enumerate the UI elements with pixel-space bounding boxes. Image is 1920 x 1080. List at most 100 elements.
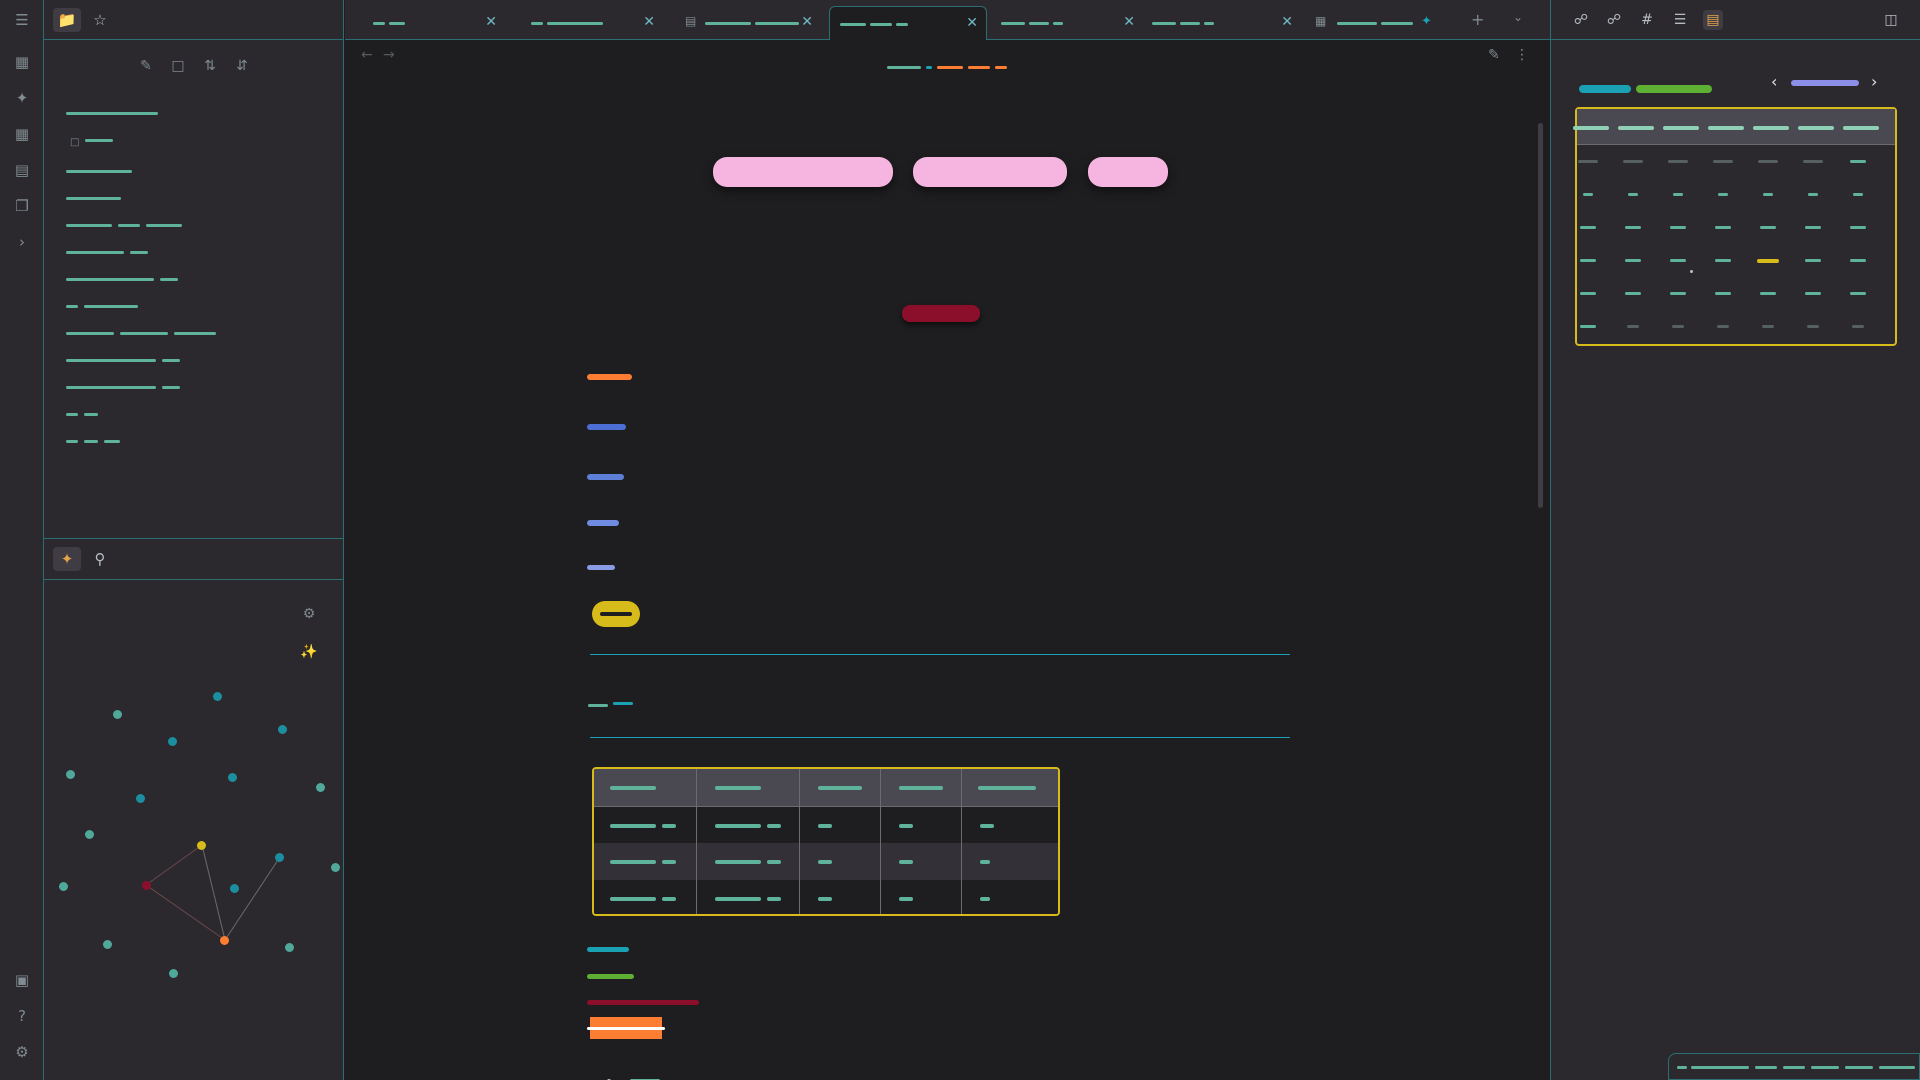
terminal-icon[interactable]: › (12, 232, 32, 252)
breadcrumb[interactable] (887, 57, 1008, 69)
calendar-day[interactable] (1717, 325, 1729, 328)
calendar-day[interactable] (1625, 259, 1641, 262)
graph-tab-icon[interactable]: ✦ (53, 547, 81, 571)
pin-icon[interactable]: ✦ (1421, 14, 1432, 29)
close-tab-icon[interactable]: ✕ (485, 14, 497, 30)
sort-icon[interactable]: ⇅ (199, 55, 221, 77)
close-tab-icon[interactable]: ✕ (1281, 14, 1293, 30)
prev-month-chevron-icon[interactable]: ‹ (1771, 72, 1777, 91)
highlighted-tag[interactable] (592, 601, 640, 627)
calendar-day[interactable] (1580, 292, 1596, 295)
calendar-day[interactable] (1763, 193, 1773, 196)
calendar-day[interactable] (1853, 193, 1863, 196)
calendar-day[interactable] (1578, 160, 1598, 163)
calendar-day[interactable] (1580, 259, 1596, 262)
graph-node[interactable] (228, 773, 237, 782)
calendar-day[interactable] (1852, 325, 1864, 328)
calendar-day[interactable] (1672, 325, 1684, 328)
calendar-day[interactable] (1715, 292, 1731, 295)
calendar-day[interactable] (1850, 292, 1866, 295)
toggle-right-sidebar-icon[interactable]: ◫ (1881, 10, 1901, 30)
calendar-day[interactable] (1850, 226, 1866, 229)
graph-node[interactable] (230, 884, 239, 893)
calendar-day[interactable] (1623, 160, 1643, 163)
calendar-day[interactable] (1757, 259, 1779, 263)
close-tab-icon[interactable]: ✕ (643, 14, 655, 30)
graph-node[interactable] (275, 853, 284, 862)
outline-icon[interactable]: ☰ (1670, 10, 1690, 30)
tab[interactable]: ✕ (993, 6, 1143, 40)
graph-node[interactable] (285, 943, 294, 952)
back-arrow-icon[interactable]: ← (361, 47, 373, 63)
calendar-day[interactable] (1580, 325, 1596, 328)
tab[interactable]: ✕ (1151, 6, 1301, 40)
tree-item[interactable] (66, 103, 164, 115)
tree-item[interactable] (66, 215, 188, 227)
tree-item[interactable] (66, 161, 138, 173)
daily-note-icon[interactable]: ▤ (12, 160, 32, 180)
outgoing-links-icon[interactable]: ☍ (1604, 10, 1624, 30)
tree-item[interactable] (66, 350, 186, 362)
calendar-day[interactable] (1805, 259, 1821, 262)
tab[interactable]: ▤ ✕ (671, 6, 821, 40)
calendar-day[interactable] (1580, 226, 1596, 229)
tree-item[interactable] (66, 269, 184, 281)
tab[interactable]: ✕ (513, 6, 663, 40)
calendar-icon[interactable]: ▤ (1703, 10, 1723, 30)
help-icon[interactable]: ? (12, 1006, 32, 1026)
graph-node[interactable] (136, 794, 145, 803)
tree-item[interactable] (66, 242, 154, 254)
calendar-day[interactable] (1808, 193, 1818, 196)
graph-node-orange[interactable] (220, 936, 229, 945)
calendar-day[interactable] (1583, 193, 1593, 196)
tree-item[interactable] (66, 323, 222, 335)
folder-icon[interactable]: 📁 (53, 8, 81, 32)
templates-icon[interactable]: ❐ (12, 196, 32, 216)
new-note-icon[interactable]: ✎ (135, 55, 157, 77)
graph-view-icon[interactable]: ✦ (12, 88, 32, 108)
graph-node[interactable] (168, 737, 177, 746)
search-icon[interactable]: ⚲ (86, 547, 114, 571)
tags-icon[interactable]: # (1637, 10, 1657, 30)
calendar-day[interactable] (1668, 160, 1688, 163)
calendar-day[interactable] (1713, 160, 1733, 163)
calendar-day[interactable] (1670, 259, 1686, 262)
edit-pencil-icon[interactable]: ✎ (1488, 47, 1500, 63)
new-folder-icon[interactable]: □ (167, 55, 189, 77)
calendar-day[interactable] (1758, 160, 1778, 163)
editor-pane[interactable]: ← → ✎ ⋮ (345, 41, 1550, 1080)
graph-settings-icon[interactable]: ⚙ (298, 603, 320, 625)
close-tab-icon[interactable]: ✕ (1123, 14, 1135, 30)
toggle-sidebar-icon[interactable]: ☰ (12, 10, 32, 30)
graph-node[interactable] (142, 881, 151, 890)
calendar-day[interactable] (1625, 226, 1641, 229)
tree-item[interactable] (66, 377, 186, 389)
close-tab-icon[interactable]: ✕ (966, 15, 978, 31)
calendar-day[interactable] (1715, 226, 1731, 229)
calendar-day[interactable] (1627, 325, 1639, 328)
settings-icon[interactable]: ⚙ (12, 1042, 32, 1062)
graph-node[interactable] (113, 710, 122, 719)
graph-node[interactable] (85, 830, 94, 839)
canvas-icon[interactable]: ▦ (12, 124, 32, 144)
collapse-all-icon[interactable]: ⇵ (231, 55, 253, 77)
calendar-day[interactable] (1625, 292, 1641, 295)
calendar-day[interactable] (1670, 226, 1686, 229)
graph-node[interactable] (66, 770, 75, 779)
calendar-day[interactable] (1760, 292, 1776, 295)
calendar-day[interactable] (1805, 226, 1821, 229)
bookmark-star-icon[interactable]: ☆ (86, 8, 114, 32)
new-tab-icon[interactable]: + (1471, 10, 1484, 29)
more-options-icon[interactable]: ⋮ (1515, 47, 1529, 63)
calendar-day[interactable] (1670, 292, 1686, 295)
graph-node[interactable] (316, 783, 325, 792)
close-tab-icon[interactable]: ✕ (801, 14, 813, 30)
vault-switcher-icon[interactable]: ▣ (12, 970, 32, 990)
calendar-day[interactable] (1850, 259, 1866, 262)
graph-node-current[interactable] (197, 841, 206, 850)
markdown-table[interactable] (592, 767, 1060, 916)
calendar-day[interactable] (1628, 193, 1638, 196)
calendar-grid[interactable] (1575, 107, 1897, 346)
calendar-day[interactable] (1715, 259, 1731, 262)
graph-node[interactable] (59, 882, 68, 891)
